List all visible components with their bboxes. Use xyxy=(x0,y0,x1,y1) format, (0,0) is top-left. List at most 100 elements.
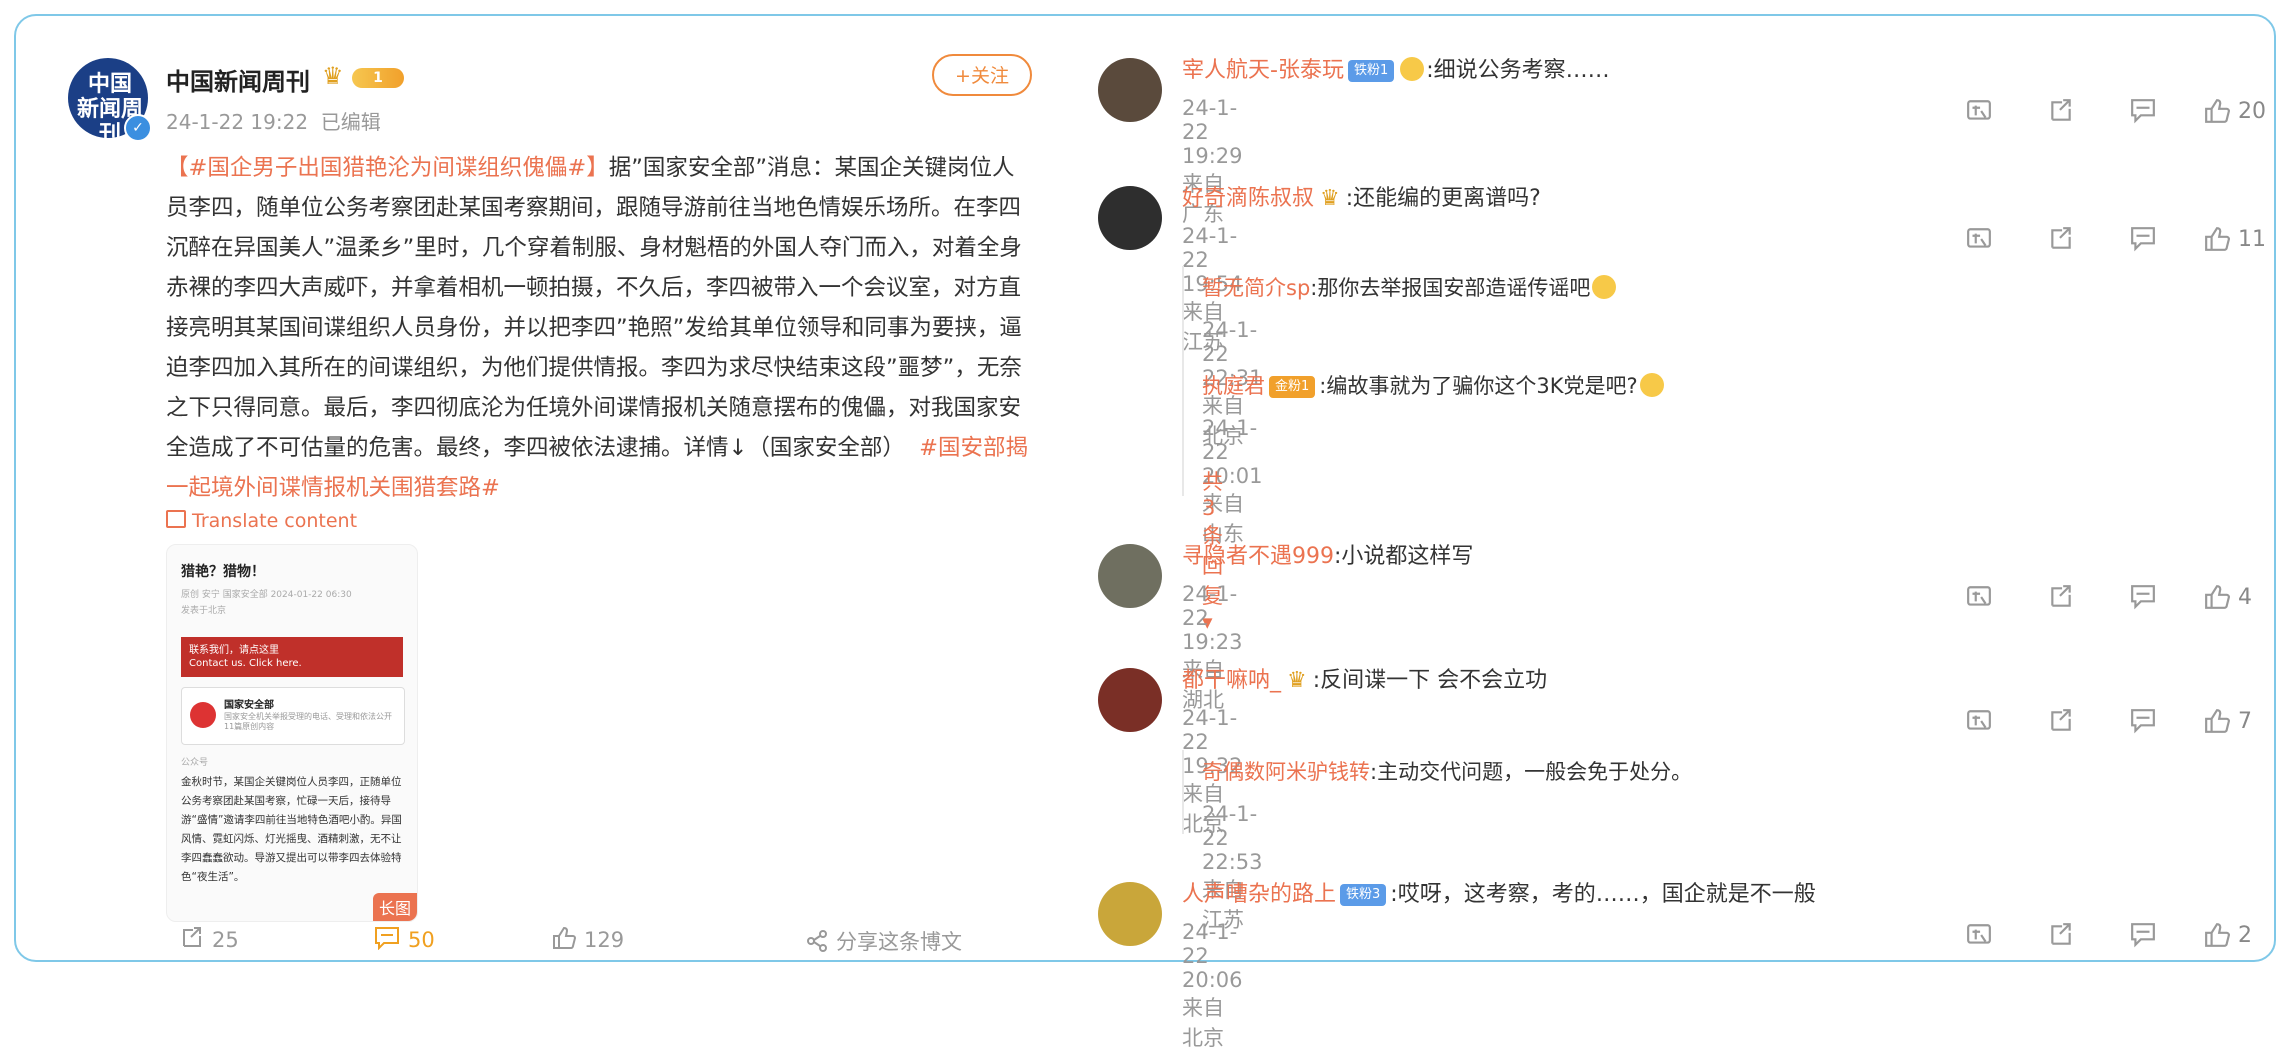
comment-text: :小说都这样写 xyxy=(1334,544,1474,569)
comment-action-bar: 20 xyxy=(1966,98,2266,130)
like-icon xyxy=(2205,227,2231,251)
reply-header: 执庭君 金粉1:编故事就为了骗你这个3K党是吧? xyxy=(1202,370,1666,400)
commenter-avatar[interactable] xyxy=(1098,882,1162,946)
comment-text: :还能编的更离谱吗? xyxy=(1345,186,1541,211)
comment-text: :细说公务考察…… xyxy=(1426,58,1610,83)
comment-button[interactable]: 50 xyxy=(374,926,435,952)
comment-timestamp: 24-1-22 20:06 来自北京 xyxy=(1182,920,1243,1050)
like-button[interactable] xyxy=(2204,922,2231,954)
comment-icon xyxy=(2131,709,2155,734)
comment-count: 50 xyxy=(408,928,435,952)
like-count: 2 xyxy=(2238,923,2252,948)
commenter-name[interactable]: 人声嘈杂的路上 xyxy=(1182,882,1336,907)
like-icon xyxy=(2205,709,2231,733)
image-org-card: 国家安全部 国家安全机关举报受理的电话、受理和依法公开 11篇原创内容 xyxy=(181,687,405,745)
like-icon xyxy=(553,926,576,949)
long-image-badge: 长图 xyxy=(372,893,417,921)
reply-text: :主动交代问题，一般会免于处分。 xyxy=(1370,760,1693,784)
reply-timestamp: 24-1-22 22:53 来自江苏 xyxy=(1202,802,1263,932)
vip-level: 1 xyxy=(373,70,383,86)
repost-button[interactable] xyxy=(2048,98,2074,130)
repost-icon xyxy=(2051,585,2071,607)
post-image[interactable]: 猎艳？猎物！ 原创 安宁 国家安全部 2024-01-22 06:30 发表于北… xyxy=(166,544,418,922)
commenter-avatar[interactable] xyxy=(1098,186,1162,250)
like-count: 7 xyxy=(2238,709,2252,734)
comment-icon xyxy=(2131,923,2155,948)
translate-button[interactable] xyxy=(1966,922,1992,954)
vip-badge: 1 xyxy=(352,68,404,88)
like-button[interactable] xyxy=(2204,708,2231,740)
commenter-avatar[interactable] xyxy=(1098,58,1162,122)
comment-header: 都干嘛呐_ ♛:反间谍一下 会不会立功 xyxy=(1182,662,1547,694)
commenter-avatar[interactable] xyxy=(1098,544,1162,608)
repost-button[interactable] xyxy=(2048,584,2074,616)
emoji-icon xyxy=(1400,57,1425,81)
reply-author[interactable]: 执庭君 xyxy=(1202,374,1265,398)
repost-icon xyxy=(2051,227,2071,249)
like-count: 20 xyxy=(2238,99,2266,124)
hashtag-link[interactable]: 【#国企男子出国猎艳沦为间谍组织傀儡#】 xyxy=(166,155,609,181)
translate-icon xyxy=(1967,100,1991,120)
like-button[interactable]: 129 xyxy=(552,926,624,952)
repost-count: 25 xyxy=(212,928,239,952)
emblem-icon xyxy=(190,702,216,728)
image-text: 金秋时节，某国企关键岗位人员李四，正随单位公务考察团赴某国考察，忙碌一天后，接待… xyxy=(181,776,402,883)
repost-icon xyxy=(183,927,201,947)
emoji-icon xyxy=(1639,373,1664,397)
post-timestamp: 24-1-22 19:22 已编辑 xyxy=(166,106,381,135)
repost-button[interactable]: 25 xyxy=(180,926,239,952)
post-time[interactable]: 24-1-22 19:22 xyxy=(166,110,308,134)
commenter-name[interactable]: 好奇滴陈叔叔 xyxy=(1182,186,1314,211)
image-banner: 联系我们，请点这里 Contact us. Click here. xyxy=(181,637,403,677)
edited-label: 已编辑 xyxy=(320,110,381,134)
comment-button[interactable] xyxy=(2130,922,2156,954)
follow-button[interactable]: +关注 xyxy=(932,54,1032,96)
comment-button[interactable] xyxy=(2130,98,2156,130)
fan-badge: 铁粉1 xyxy=(1347,60,1395,82)
comment-list: 宰人航天-张泰玩 铁粉1:细说公务考察…… 24-1-22 19:29 来自广东 20… xyxy=(1086,36,2266,1050)
author-avatar[interactable]: 中国 新闻周刊 ✓ xyxy=(68,58,152,147)
comment-header: 好奇滴陈叔叔 ♛:还能编的更离谱吗? xyxy=(1182,180,1541,212)
comment-button[interactable] xyxy=(2130,226,2156,258)
weibo-post: 中国 新闻周刊 ✓ 中国新闻周刊 ♛ 1 24-1-22 19:22 已编辑 +… xyxy=(50,36,1050,956)
image-source: 发表于北京 xyxy=(181,606,227,616)
commenter-name[interactable]: 宰人航天-张泰玩 xyxy=(1182,58,1344,83)
comment-timestamp: 24-1-22 19:23 来自湖北 xyxy=(1182,582,1243,712)
author-name[interactable]: 中国新闻周刊 xyxy=(166,62,310,97)
translate-link[interactable]: Translate content xyxy=(166,510,357,532)
reply-author[interactable]: 奇偶数阿米驴钱转 xyxy=(1202,760,1370,784)
repost-button[interactable] xyxy=(2048,922,2074,954)
translate-button[interactable] xyxy=(1966,708,1992,740)
translate-button[interactable] xyxy=(1966,584,1992,616)
translate-icon xyxy=(166,510,186,528)
reply-header: 暂无简介sp:那你去举报国安部造谣传谣吧 xyxy=(1202,272,1618,302)
crown-icon: ♛ xyxy=(1287,668,1307,693)
comment-action-bar: 2 xyxy=(1966,922,2252,954)
reply-text: :编故事就为了骗你这个3K党是吧? xyxy=(1319,374,1638,398)
comment-header: 宰人航天-张泰玩 铁粉1 :细说公务考察…… xyxy=(1182,52,1610,84)
like-button[interactable] xyxy=(2204,226,2231,258)
commenter-name[interactable]: 都干嘛呐_ xyxy=(1182,668,1281,693)
like-button[interactable] xyxy=(2204,98,2231,130)
comment-button[interactable] xyxy=(2130,708,2156,740)
post-action-bar: 25 50 129 分享这条博文 xyxy=(158,922,1038,958)
post-text: 【#国企男子出国猎艳沦为间谍组织傀儡#】据”国家安全部”消息：某国企关键岗位人员… xyxy=(166,148,1030,508)
comment-button[interactable] xyxy=(2130,584,2156,616)
comment-icon xyxy=(2131,99,2155,124)
commenter-name[interactable]: 寻隐者不遇999 xyxy=(1182,544,1334,569)
translate-button[interactable] xyxy=(1966,226,1992,258)
like-button[interactable] xyxy=(2204,584,2231,616)
comment-header: 人声嘈杂的路上 铁粉3:哎呀，这考察，考的……，国企就是不一般 xyxy=(1182,876,1816,908)
commenter-avatar[interactable] xyxy=(1098,668,1162,732)
like-count: 129 xyxy=(584,928,625,952)
repost-button[interactable] xyxy=(2048,226,2074,258)
translate-button[interactable] xyxy=(1966,98,1992,130)
comment-action-bar: 7 xyxy=(1966,708,2252,740)
reply-header: 奇偶数阿米驴钱转:主动交代问题，一般会免于处分。 xyxy=(1202,756,1692,786)
repost-button[interactable] xyxy=(2048,708,2074,740)
reply-author[interactable]: 暂无简介sp xyxy=(1202,276,1310,300)
share-button[interactable]: 分享这条博文 xyxy=(806,926,962,956)
weibo-panel: 中国 新闻周刊 ✓ 中国新闻周刊 ♛ 1 24-1-22 19:22 已编辑 +… xyxy=(14,14,2276,1050)
comment-action-bar: 11 xyxy=(1966,226,2266,258)
share-icon xyxy=(807,930,827,952)
